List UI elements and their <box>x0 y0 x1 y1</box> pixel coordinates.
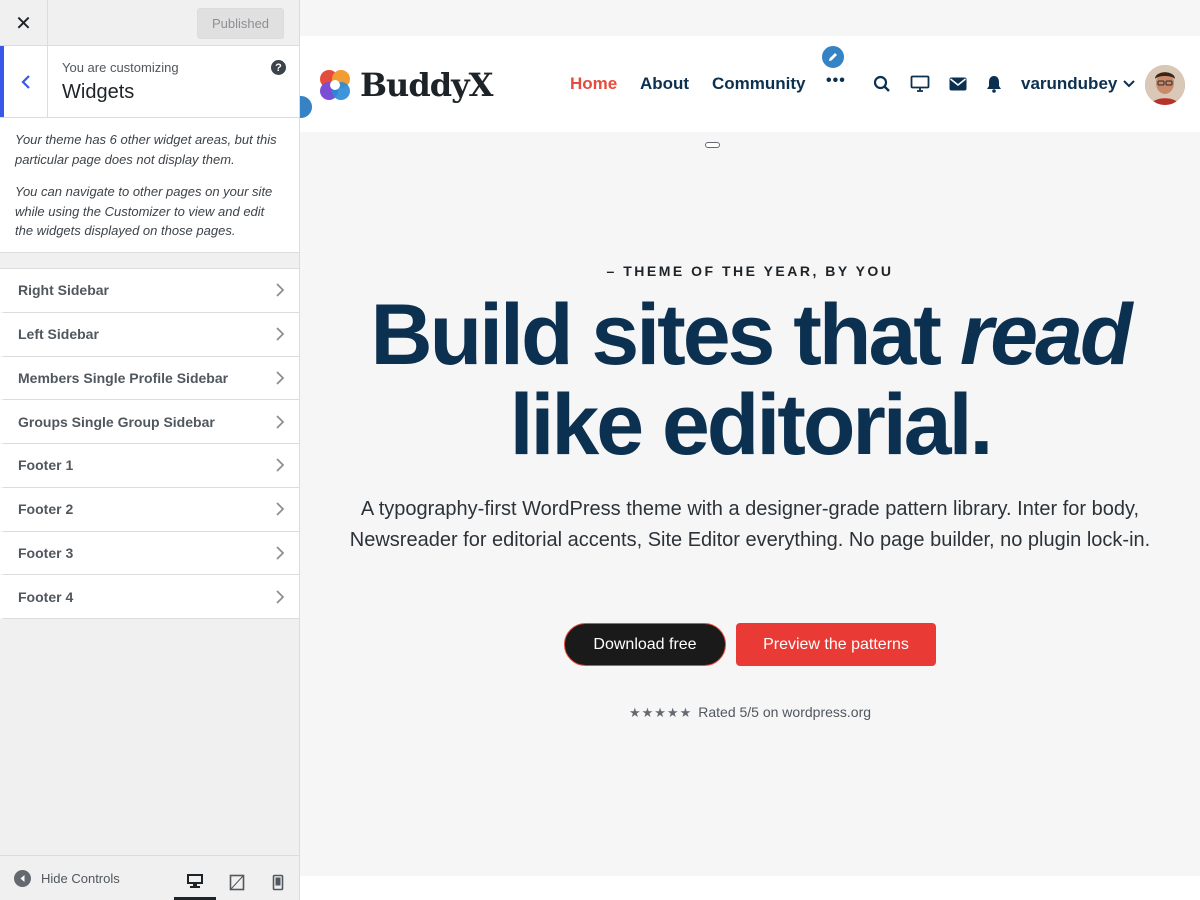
desktop-icon <box>187 873 203 888</box>
mobile-icon <box>272 874 284 891</box>
widget-area-label: Left Sidebar <box>18 326 99 343</box>
widget-area-footer-2[interactable]: Footer 2 <box>0 487 299 532</box>
chevron-right-icon <box>276 589 285 604</box>
edit-shortcut-icon[interactable] <box>300 94 314 120</box>
chevron-right-icon <box>276 458 285 473</box>
widget-area-label: Members Single Profile Sidebar <box>18 369 229 386</box>
widget-area-label: Footer 3 <box>18 544 74 561</box>
chevron-down-icon <box>1123 80 1136 88</box>
chevron-right-icon <box>276 414 285 429</box>
widget-area-footer-3[interactable]: Footer 3 <box>0 531 299 576</box>
monitor-icon[interactable] <box>910 74 930 94</box>
widget-area-right-sidebar[interactable]: Right Sidebar <box>0 269 299 313</box>
widget-area-label: Right Sidebar <box>18 282 110 299</box>
widget-area-label: Footer 1 <box>18 457 74 474</box>
edit-menu-icon[interactable] <box>820 44 846 70</box>
section-title: You are customizing Widgets ? <box>0 46 299 118</box>
widget-area-list: Right Sidebar Left Sidebar Members Singl… <box>0 268 299 619</box>
nav-about-link[interactable]: About <box>640 74 689 94</box>
preview-desktop-button[interactable] <box>174 864 216 900</box>
hero-eyebrow: – THEME OF THE YEAR, BY YOU <box>606 263 894 279</box>
panel-header: ✕ Published <box>0 0 299 46</box>
hide-controls-button[interactable]: Hide Controls <box>14 870 120 887</box>
user-menu-button[interactable]: varundubey <box>1021 74 1136 94</box>
star-rating-icon: ★★★★★ <box>628 706 693 721</box>
hero-headline: Build sites that read like editorial. <box>300 290 1200 470</box>
preview-mobile-button[interactable] <box>257 864 299 900</box>
customizer-panel: ✕ Published You are customizing Widgets … <box>0 0 300 900</box>
site-logo-text[interactable]: BuddyX <box>360 66 493 104</box>
scroll-indicator <box>705 142 720 148</box>
headline-text: like editorial. <box>509 377 994 473</box>
widget-notice: Your theme has 6 other widget areas, but… <box>0 118 299 253</box>
hide-controls-label: Hide Controls <box>41 871 120 886</box>
notice-text: You can navigate to other pages on your … <box>15 184 273 238</box>
headline-text: Build sites that <box>370 287 960 383</box>
widget-area-label: Footer 2 <box>18 501 74 518</box>
section-name: Widgets <box>62 81 135 103</box>
download-free-button[interactable]: Download free <box>564 623 726 666</box>
preview-tablet-button[interactable] <box>216 864 258 900</box>
avatar[interactable] <box>1145 65 1185 105</box>
customizing-label: You are customizing <box>62 60 179 75</box>
buddyx-logo-icon <box>320 70 350 100</box>
tablet-icon <box>229 874 245 891</box>
next-section <box>300 876 1200 900</box>
search-icon[interactable] <box>872 74 892 94</box>
notice-text: Your theme has 6 other widget areas, but… <box>15 132 277 167</box>
username-label: varundubey <box>1021 74 1118 93</box>
widget-area-footer-4[interactable]: Footer 4 <box>0 575 299 619</box>
widget-area-label: Groups Single Group Sidebar <box>18 413 215 430</box>
rating-text: Rated 5/5 on wordpress.org <box>698 704 872 720</box>
close-customizer-button[interactable]: ✕ <box>0 0 48 45</box>
published-button[interactable]: Published <box>197 8 284 39</box>
widget-area-groups-sidebar[interactable]: Groups Single Group Sidebar <box>0 400 299 444</box>
widget-area-left-sidebar[interactable]: Left Sidebar <box>0 312 299 357</box>
chevron-right-icon <box>276 502 285 516</box>
panel-footer: Hide Controls <box>0 855 299 900</box>
widget-area-members-profile-sidebar[interactable]: Members Single Profile Sidebar <box>0 356 299 401</box>
preview-patterns-button[interactable]: Preview the patterns <box>736 623 936 666</box>
hero-lede: A typography-first WordPress theme with … <box>349 498 1151 551</box>
chevron-right-icon <box>276 371 285 385</box>
site-preview: BuddyX Home About Community ••• varundub… <box>300 0 1200 900</box>
nav-community-link[interactable]: Community <box>712 74 806 94</box>
close-icon: ✕ <box>15 10 32 35</box>
nav-home-link[interactable]: Home <box>570 74 617 94</box>
widget-area-label: Footer 4 <box>18 588 74 605</box>
help-icon[interactable]: ? <box>271 60 286 75</box>
collapse-icon <box>14 870 31 887</box>
chevron-right-icon <box>276 546 285 560</box>
mail-icon[interactable] <box>948 74 968 94</box>
rating: ★★★★★ Rated 5/5 on wordpress.org <box>300 704 1200 721</box>
chevron-right-icon <box>276 283 285 298</box>
chevron-right-icon <box>276 327 285 341</box>
site-header: BuddyX Home About Community ••• varundub… <box>300 36 1200 132</box>
bell-icon[interactable] <box>984 74 1004 94</box>
widget-area-footer-1[interactable]: Footer 1 <box>0 444 299 488</box>
back-button[interactable] <box>0 46 48 117</box>
nav-more-button[interactable]: ••• <box>826 72 846 90</box>
headline-italic: read <box>959 287 1133 383</box>
chevron-left-icon <box>20 74 30 89</box>
